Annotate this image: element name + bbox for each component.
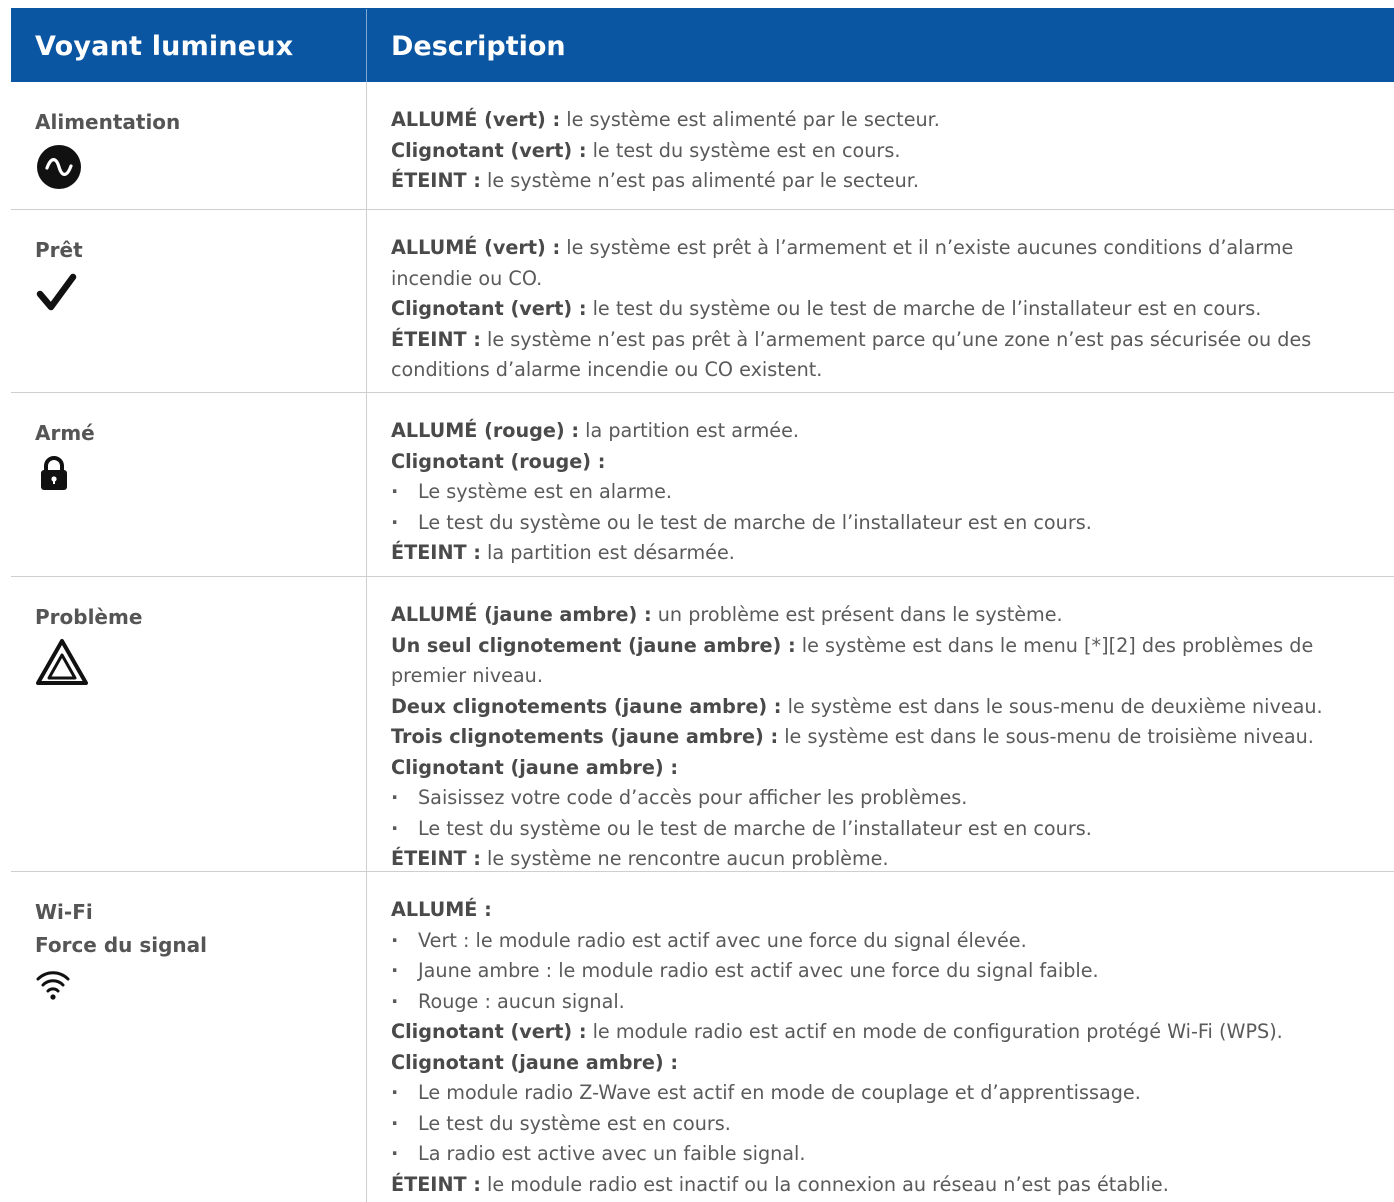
state-label: ÉTEINT : — [391, 541, 481, 564]
state-label: Un seul clignotement (jaune ambre) : — [391, 633, 796, 657]
state-text: la partition est armée. — [579, 419, 799, 442]
bullet-item: Rouge : aucun signal. — [391, 987, 1391, 1018]
table-row: Armé ALLUMÉ (rouge) : la partition est a… — [11, 393, 1394, 577]
table-row: Wi-Fi Force du signal ALLUMÉ : Vert : le… — [11, 872, 1394, 1202]
bullet-item: La radio est active avec un faible signa… — [391, 1139, 1391, 1170]
column-divider — [366, 872, 367, 1202]
description-line: Clignotant (jaune ambre) : — [391, 753, 1391, 784]
state-label: Clignotant (jaune ambre) : — [391, 1050, 679, 1074]
state-text: le test du système ou le test de marche … — [586, 297, 1262, 320]
state-label: Clignotant (vert) : — [391, 297, 587, 320]
description-line: ALLUMÉ (vert) : le système est prêt à l’… — [391, 233, 1361, 294]
description-line: Trois clignotements (jaune ambre) : le s… — [391, 722, 1391, 753]
description-line: ÉTEINT : le module radio est inactif ou … — [391, 1170, 1391, 1201]
state-label: ÉTEINT : — [391, 847, 481, 870]
state-label: ÉTEINT : — [391, 327, 481, 351]
description-line: Clignotant (vert) : le test du système o… — [391, 294, 1391, 325]
description-line: Deux clignotements (jaune ambre) : le sy… — [391, 692, 1391, 723]
indicator-cell: Prêt — [35, 234, 355, 315]
description-line: ALLUMÉ (jaune ambre) : un problème est p… — [391, 600, 1391, 631]
indicator-label: Armé — [35, 421, 95, 445]
bullet-item: Le système est en alarme. — [391, 477, 1391, 508]
state-text: le système est dans le sous-menu de troi… — [778, 725, 1314, 748]
indicator-sublabel: Force du signal — [35, 933, 208, 957]
indicator-cell: Problème — [35, 601, 355, 686]
header-divider — [366, 9, 367, 82]
state-label: Clignotant (vert) : — [391, 138, 587, 162]
bullet-item: Saisissez votre code d’accès pour affich… — [391, 783, 1391, 814]
description-line: ÉTEINT : le système n’est pas alimenté p… — [391, 166, 1391, 197]
table-row: Alimentation ALLUMÉ (vert) : le système … — [11, 82, 1394, 210]
bullet-item: Le test du système ou le test de marche … — [391, 814, 1391, 845]
power-ac-icon — [37, 145, 81, 189]
state-label: Deux clignotements (jaune ambre) : — [391, 694, 782, 718]
state-text: le test du système est en cours. — [586, 138, 901, 162]
column-divider — [366, 577, 367, 871]
indicator-label: Prêt — [35, 238, 83, 262]
description-line: ALLUMÉ (rouge) : la partition est armée. — [391, 416, 1391, 447]
description-line: ÉTEINT : le système n’est pas prêt à l’a… — [391, 325, 1381, 386]
state-text: le module radio est inactif ou la connex… — [480, 1172, 1169, 1196]
bullet-item: Le test du système ou le test de marche … — [391, 508, 1391, 539]
indicator-cell: Alimentation — [35, 106, 355, 191]
warning-triangle-icon — [36, 639, 88, 685]
indicator-cell: Armé — [35, 417, 355, 494]
description-line: ÉTEINT : la partition est désarmée. — [391, 538, 1391, 569]
indicator-label: Problème — [35, 605, 143, 629]
description-line: Clignotant (rouge) : — [391, 447, 1391, 478]
description-line: Clignotant (vert) : le module radio est … — [391, 1017, 1391, 1048]
table-header: Voyant lumineux Description — [11, 8, 1394, 82]
description-line: Un seul clignotement (jaune ambre) : le … — [391, 631, 1351, 692]
state-text: le système n’est pas prêt à l’armement p… — [391, 327, 1312, 382]
description-cell: ALLUMÉ (vert) : le système est prêt à l’… — [391, 233, 1391, 386]
state-label: ÉTEINT : — [391, 1172, 481, 1196]
state-text: la partition est désarmée. — [480, 541, 735, 564]
state-label: Clignotant (jaune ambre) : — [391, 755, 679, 779]
description-cell: ALLUMÉ (vert) : le système est alimenté … — [391, 105, 1391, 197]
description-line: ALLUMÉ (vert) : le système est alimenté … — [391, 105, 1391, 136]
description-cell: ALLUMÉ : Vert : le module radio est acti… — [391, 895, 1391, 1200]
indicator-cell: Wi-Fi Force du signal — [35, 896, 355, 1002]
state-text: le système n’est pas alimenté par le sec… — [480, 169, 920, 192]
state-text: le système ne rencontre aucun problème. — [480, 847, 889, 870]
state-text: le système est dans le sous-menu de deux… — [781, 694, 1323, 718]
checkmark-icon — [36, 273, 77, 311]
header-col-description: Description — [391, 31, 566, 62]
column-divider — [366, 82, 367, 209]
state-label: Clignotant (rouge) : — [391, 449, 606, 473]
description-cell: ALLUMÉ (jaune ambre) : un problème est p… — [391, 600, 1391, 875]
description-line: Clignotant (vert) : le test du système e… — [391, 136, 1391, 167]
description-line: Clignotant (jaune ambre) : — [391, 1048, 1391, 1079]
state-text: le système est alimenté par le secteur. — [560, 108, 940, 131]
state-label: Trois clignotements (jaune ambre) : — [391, 725, 779, 748]
state-text: un problème est présent dans le système. — [651, 603, 1063, 626]
column-divider — [366, 210, 367, 392]
state-label: ALLUMÉ : — [391, 898, 492, 921]
table-row: Problème ALLUMÉ (jaune ambre) : un probl… — [11, 577, 1394, 872]
state-label: Clignotant (vert) : — [391, 1020, 587, 1043]
lock-icon — [41, 456, 67, 490]
state-label: ÉTEINT : — [391, 169, 481, 192]
wifi-icon — [36, 971, 70, 1000]
bullet-item: Le module radio Z-Wave est actif en mode… — [391, 1078, 1391, 1109]
indicator-label: Wi-Fi — [35, 900, 93, 924]
bullet-item: Le test du système est en cours. — [391, 1109, 1391, 1140]
description-cell: ALLUMÉ (rouge) : la partition est armée.… — [391, 416, 1391, 569]
description-line: ÉTEINT : le système ne rencontre aucun p… — [391, 844, 1391, 875]
column-divider — [366, 393, 367, 576]
table-row: Prêt ALLUMÉ (vert) : le système est prêt… — [11, 210, 1394, 393]
indicator-label: Alimentation — [35, 110, 181, 134]
bullet-item: Vert : le module radio est actif avec un… — [391, 926, 1391, 957]
state-label: ALLUMÉ (jaune ambre) : — [391, 603, 652, 626]
led-table: Voyant lumineux Description Alimentation… — [11, 8, 1394, 1202]
description-line: ALLUMÉ : — [391, 895, 1391, 926]
header-col-indicator: Voyant lumineux — [35, 31, 294, 62]
state-text: le module radio est actif en mode de con… — [586, 1020, 1283, 1043]
state-label: ALLUMÉ (vert) : — [391, 108, 561, 131]
bullet-item: Jaune ambre : le module radio est actif … — [391, 956, 1391, 987]
state-label: ALLUMÉ (vert) : — [391, 236, 561, 259]
state-label: ALLUMÉ (rouge) : — [391, 419, 580, 442]
